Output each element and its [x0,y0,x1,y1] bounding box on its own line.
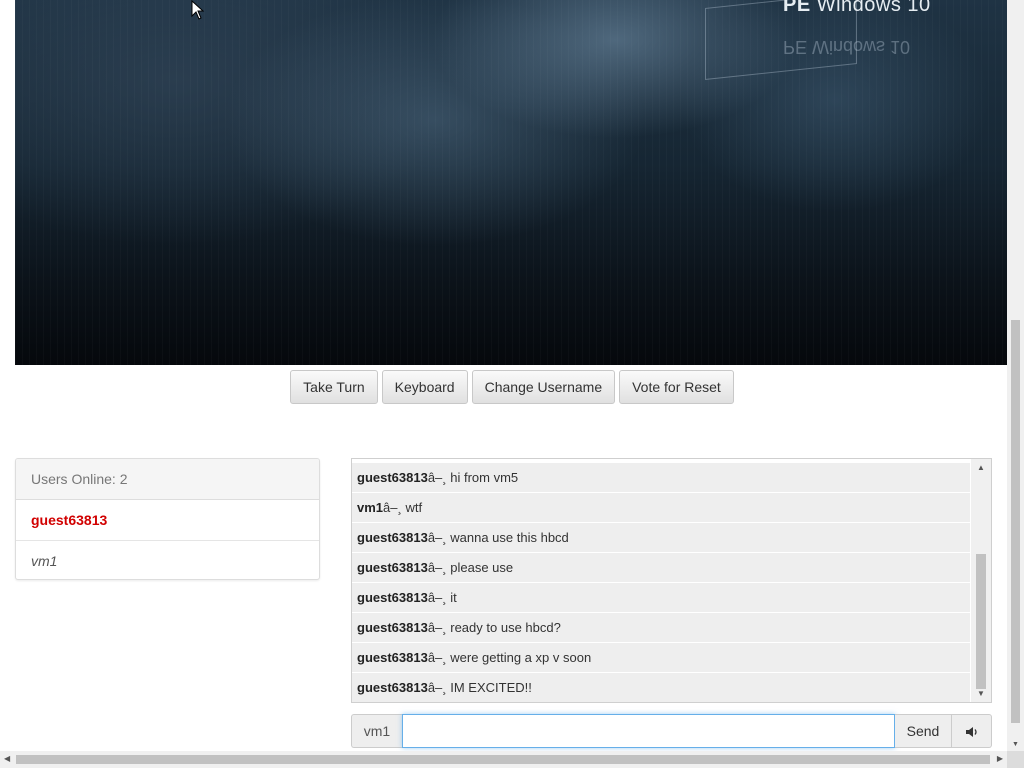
page-vertical-scrollbar[interactable]: ▼ [1007,0,1024,751]
mouse-pointer-icon [191,0,205,20]
user-name-self: guest63813 [31,512,108,528]
chat-message: guest63813â–¸ IM EXCITED!! [352,673,970,702]
vm-toolbar: Take Turn Keyboard Change Username Vote … [0,370,1024,404]
chat-input-group: vm1 Send [351,714,992,748]
chat-panel[interactable]: guest63813â–¸ hi from vm5 vm1â–¸ wtf gue… [351,458,992,703]
chat-message: vm1â–¸ wtf [352,493,970,523]
chat-username: guest63813 [357,470,428,485]
chat-text: were getting a xp v soon [450,650,592,665]
chat-username-label: vm1 [351,714,402,748]
chat-separator: â–¸ [427,650,447,665]
chat-separator: â–¸ [427,620,447,635]
user-list-item: vm1 [16,541,319,579]
chat-message-list: guest63813â–¸ hi from vm5 vm1â–¸ wtf gue… [352,463,970,702]
scroll-down-icon[interactable]: ▼ [977,689,985,698]
user-list-item: guest63813 [16,500,319,541]
vm-logo-name: Windows 10 [816,0,931,16]
chat-text: please use [450,560,514,575]
chat-separator: â–¸ [427,470,447,485]
chat-username: guest63813 [357,530,428,545]
chat-message: guest63813â–¸ were getting a xp v soon [352,643,970,673]
vm-logo-text: PE Windows 10 [783,0,931,17]
page-vertical-scrollbar-thumb[interactable] [1011,320,1020,723]
vm-logo-reflection: PE Windows 10 [783,37,911,57]
chat-username: vm1 [357,500,384,515]
page-horizontal-scrollbar[interactable]: ◀ ▶ [0,751,1007,768]
page-horizontal-scrollbar-thumb[interactable] [16,755,990,764]
users-online-header: Users Online: 2 [16,459,319,500]
users-online-panel: Users Online: 2 guest63813 vm1 [15,458,320,580]
chat-text: wtf [405,500,423,515]
scroll-up-icon[interactable]: ▲ [977,463,985,472]
chat-username: guest63813 [357,680,428,695]
chat-separator: â–¸ [427,680,447,695]
vm-logo-bold: PE [783,0,811,16]
send-button[interactable]: Send [895,714,952,748]
chat-message-input[interactable] [402,714,895,748]
sound-toggle-button[interactable] [952,714,992,748]
vm-screen[interactable]: PE Windows 10 PE Windows 10 [15,0,1007,365]
chat-text: wanna use this hbcd [450,530,569,545]
chat-separator: â–¸ [427,530,447,545]
chat-text: IM EXCITED!! [450,680,532,695]
scroll-left-icon[interactable]: ◀ [4,754,10,763]
keyboard-button[interactable]: Keyboard [381,370,468,404]
chat-message: guest63813â–¸ ready to use hbcd? [352,613,970,643]
scrollbar-corner [1007,751,1024,768]
chat-scrollbar-thumb[interactable] [976,554,986,689]
chat-separator: â–¸ [383,500,402,515]
chat-username: guest63813 [357,590,428,605]
scroll-right-icon[interactable]: ▶ [997,754,1003,763]
chat-username: guest63813 [357,560,428,575]
chat-text: hi from vm5 [450,470,519,485]
change-username-button[interactable]: Change Username [471,370,616,404]
chat-scrollbar[interactable]: ▲ ▼ [971,459,991,702]
chat-message: guest63813â–¸ it [352,583,970,613]
vote-reset-button[interactable]: Vote for Reset [619,370,734,404]
chat-username: guest63813 [357,650,428,665]
chat-text: ready to use hbcd? [450,620,561,635]
chat-separator: â–¸ [427,560,447,575]
chat-message: guest63813â–¸ hi from vm5 [352,463,970,493]
user-name: vm1 [31,553,58,569]
chat-text: it [450,590,457,605]
speaker-icon [965,726,977,737]
chat-separator: â–¸ [427,590,447,605]
scroll-down-icon[interactable]: ▼ [1012,741,1019,748]
chat-message: guest63813â–¸ wanna use this hbcd [352,523,970,553]
chat-username: guest63813 [357,620,428,635]
users-online-count: Users Online: 2 [31,471,128,487]
chat-message: guest63813â–¸ please use [352,553,970,583]
take-turn-button[interactable]: Take Turn [290,370,378,404]
